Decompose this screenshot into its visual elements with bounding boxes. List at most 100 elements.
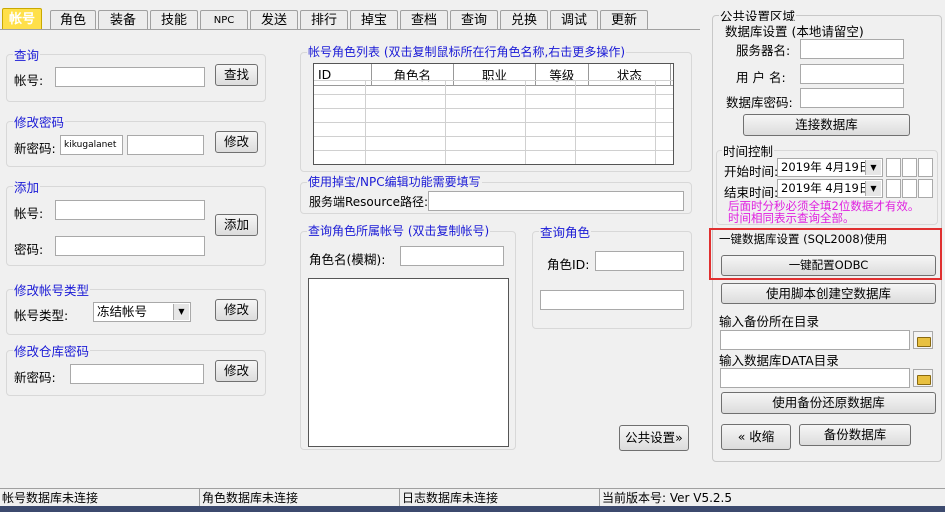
start-time-label: 开始时间:	[724, 164, 779, 179]
username-label: 用 户 名:	[736, 70, 786, 85]
role-list-table[interactable]: ID 角色名 职业 等级 状态	[313, 63, 674, 165]
grid-line	[365, 80, 366, 164]
role-result-output[interactable]	[540, 290, 684, 310]
tab-skill[interactable]: 技能	[150, 10, 198, 29]
account-db-status: 帐号数据库未连接	[0, 489, 200, 507]
db-password-label: 数据库密码:	[726, 95, 793, 110]
chevron-down-icon[interactable]: ▼	[865, 181, 881, 196]
add-title: 添加	[13, 177, 41, 196]
account-type-label: 帐号类型:	[14, 308, 69, 323]
end-date-value: 2019年 4月19日	[781, 181, 871, 195]
configure-odbc-button[interactable]: 一键配置ODBC	[721, 255, 936, 276]
account-type-select[interactable]: 冻结帐号 ▼	[93, 302, 191, 322]
server-name-input[interactable]	[800, 39, 904, 59]
chevron-down-icon[interactable]: ▼	[173, 304, 189, 320]
change-password-button[interactable]: 修改	[215, 131, 258, 153]
tab-update[interactable]: 更新	[600, 10, 648, 29]
warehouse-password-input[interactable]	[70, 364, 204, 384]
new-password-confirm-input[interactable]	[127, 135, 204, 155]
end-minute-input[interactable]	[902, 179, 917, 198]
drop-npc-title: 使用掉宝/NPC编辑功能需要填写	[307, 173, 482, 190]
role-name-fuzzy-input[interactable]	[400, 246, 504, 266]
backup-dir-input[interactable]	[720, 330, 910, 350]
add-password-label: 密码:	[14, 242, 44, 257]
resource-path-label: 服务端Resource路径:	[309, 195, 429, 209]
change-type-title: 修改帐号类型	[13, 280, 91, 299]
warehouse-password-label: 新密码:	[14, 370, 56, 385]
odbc-title: 一键数据库设置 (SQL2008)使用	[719, 232, 888, 246]
change-warehouse-button[interactable]: 修改	[215, 360, 258, 382]
query-role-group	[532, 231, 692, 329]
connect-database-button[interactable]: 连接数据库	[743, 114, 910, 136]
end-date-picker[interactable]: 2019年 4月19日 ▼	[777, 179, 883, 198]
tab-npc[interactable]: NPC	[200, 10, 248, 29]
server-name-label: 服务器名:	[736, 43, 791, 58]
status-bar: 帐号数据库未连接 角色数据库未连接 日志数据库未连接 当前版本号: Ver V5…	[0, 488, 945, 507]
tab-archive[interactable]: 查档	[400, 10, 448, 29]
backup-dir-label: 输入备份所在目录	[719, 314, 820, 329]
add-password-input[interactable]	[55, 236, 205, 256]
change-password-label: 新密码:	[14, 141, 56, 156]
grid-line	[445, 80, 446, 164]
version-status: 当前版本号: Ver V5.2.5	[602, 491, 733, 505]
resource-path-input[interactable]	[428, 191, 684, 211]
tab-debug[interactable]: 调试	[550, 10, 598, 29]
public-settings-button[interactable]: 公共设置»	[619, 425, 689, 451]
add-account-label: 帐号:	[14, 206, 44, 221]
role-id-input[interactable]	[595, 251, 684, 271]
new-password-input[interactable]: kikugalanet	[60, 135, 123, 155]
role-list-title: 帐号角色列表 (双击复制鼠标所在行角色名称,右击更多操作)	[307, 43, 626, 60]
folder-open-icon[interactable]	[913, 331, 933, 349]
grid-line	[525, 80, 526, 164]
end-second-input[interactable]	[918, 179, 933, 198]
account-result-list[interactable]	[308, 278, 509, 447]
tab-equipment[interactable]: 装备	[98, 10, 148, 29]
folder-open-icon[interactable]	[913, 369, 933, 387]
end-hour-input[interactable]	[886, 179, 901, 198]
tab-role[interactable]: 角色	[50, 10, 96, 29]
backup-database-button[interactable]: 备份数据库	[799, 424, 911, 446]
time-control-title: 时间控制	[722, 141, 775, 160]
tab-account[interactable]: 帐号	[2, 8, 42, 30]
start-hour-input[interactable]	[886, 158, 901, 177]
query-find-button[interactable]: 查找	[215, 64, 258, 86]
query-role-account-title: 查询角色所属帐号 (双击复制帐号)	[307, 222, 491, 239]
username-input[interactable]	[800, 64, 904, 84]
data-dir-input[interactable]	[720, 368, 910, 388]
start-date-picker[interactable]: 2019年 4月19日 ▼	[777, 158, 883, 177]
query-account-input[interactable]	[55, 67, 205, 87]
tab-drop[interactable]: 掉宝	[350, 10, 398, 29]
start-date-value: 2019年 4月19日	[781, 160, 871, 174]
log-db-status: 日志数据库未连接	[400, 489, 600, 507]
add-account-input[interactable]	[55, 200, 205, 220]
data-dir-label: 输入数据库DATA目录	[719, 353, 839, 368]
role-id-label: 角色ID:	[547, 257, 590, 272]
query-title: 查询	[13, 45, 41, 64]
query-account-label: 帐号:	[14, 73, 44, 88]
add-button[interactable]: 添加	[215, 214, 258, 236]
collapse-button[interactable]: « 收缩	[721, 424, 791, 450]
chevron-down-icon[interactable]: ▼	[865, 160, 881, 175]
role-list-rows	[314, 80, 673, 164]
start-minute-input[interactable]	[902, 158, 917, 177]
role-name-fuzzy-label: 角色名(模糊):	[309, 252, 386, 267]
tab-query[interactable]: 查询	[450, 10, 498, 29]
grid-line	[575, 80, 576, 164]
role-db-status: 角色数据库未连接	[200, 489, 400, 507]
change-warehouse-title: 修改仓库密码	[13, 341, 91, 360]
create-empty-database-button[interactable]: 使用脚本创建空数据库	[721, 283, 936, 304]
restore-database-button[interactable]: 使用备份还原数据库	[721, 392, 936, 414]
tab-send[interactable]: 发送	[250, 10, 298, 29]
change-password-title: 修改密码	[13, 112, 66, 131]
tab-exchange[interactable]: 兑换	[500, 10, 548, 29]
db-settings-title: 数据库设置 (本地请留空)	[724, 21, 865, 40]
query-role-title: 查询角色	[539, 222, 592, 241]
db-password-input[interactable]	[800, 88, 904, 108]
time-note-2: 时间相同表示查询全部。	[728, 211, 855, 225]
change-type-button[interactable]: 修改	[215, 299, 258, 321]
taskbar-strip	[0, 506, 945, 512]
tab-rank[interactable]: 排行	[300, 10, 348, 29]
start-second-input[interactable]	[918, 158, 933, 177]
account-type-value: 冻结帐号	[97, 304, 148, 319]
grid-line	[655, 80, 656, 164]
